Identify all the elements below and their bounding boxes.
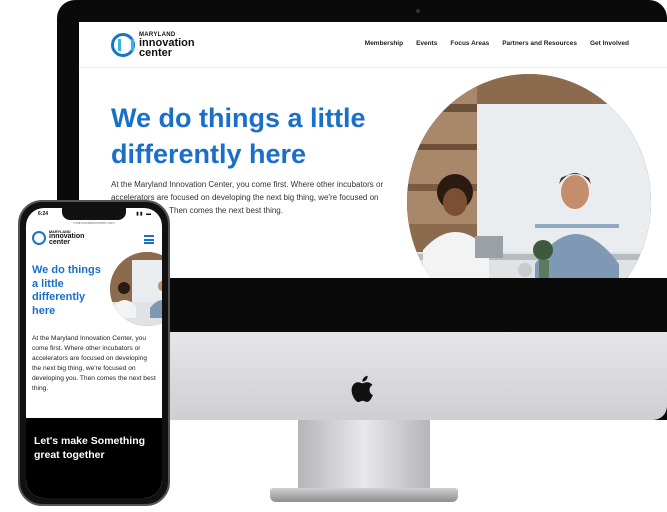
imac-stand — [298, 420, 430, 492]
imac-stand-base — [270, 488, 458, 502]
mobile-screen: 6:24 ▮▮ ▬ mdinnovationcenter.com MARYLAN… — [26, 208, 162, 498]
nav-focus-areas[interactable]: Focus Areas — [450, 40, 489, 47]
browser-url[interactable]: mdinnovationcenter.com — [26, 221, 162, 225]
nav-membership[interactable]: Membership — [365, 40, 403, 47]
cta-heading: Let's make Something great together — [34, 435, 146, 461]
meeting-photo-illustration — [407, 74, 651, 278]
signal-battery-icon: ▮▮ ▬ — [136, 211, 152, 217]
mobile-hero-body: At the Maryland Innovation Center, you c… — [32, 335, 156, 392]
nav-get-involved[interactable]: Get Involved — [590, 40, 629, 47]
mobile-hero-photo — [110, 252, 162, 326]
camera-icon — [416, 9, 420, 13]
iphone-mockup: 6:24 ▮▮ ▬ mdinnovationcenter.com MARYLAN… — [18, 200, 170, 506]
status-time: 6:24 — [38, 211, 49, 217]
meeting-photo-illustration — [110, 252, 162, 326]
main-nav: Membership Events Focus Areas Partners a… — [365, 40, 629, 47]
cta-section: Let's make Something great together — [26, 418, 162, 498]
logo-text-center: center — [49, 239, 71, 246]
phone-notch — [62, 208, 126, 220]
hero-photo — [407, 74, 651, 278]
nav-events[interactable]: Events — [416, 40, 437, 47]
nav-partners-resources[interactable]: Partners and Resources — [502, 40, 577, 47]
logo-text-center: center — [139, 47, 173, 59]
apple-logo-icon — [351, 375, 373, 403]
hamburger-menu-icon[interactable] — [144, 235, 154, 244]
mic-logo-icon — [111, 33, 135, 57]
site-header: MARYLAND innovation center Membership Ev… — [79, 22, 667, 68]
mic-logo-icon — [32, 231, 46, 245]
mobile-hero-headline: We do things a little differently here — [32, 264, 101, 317]
hero-headline: We do things a little differently here — [111, 103, 366, 169]
